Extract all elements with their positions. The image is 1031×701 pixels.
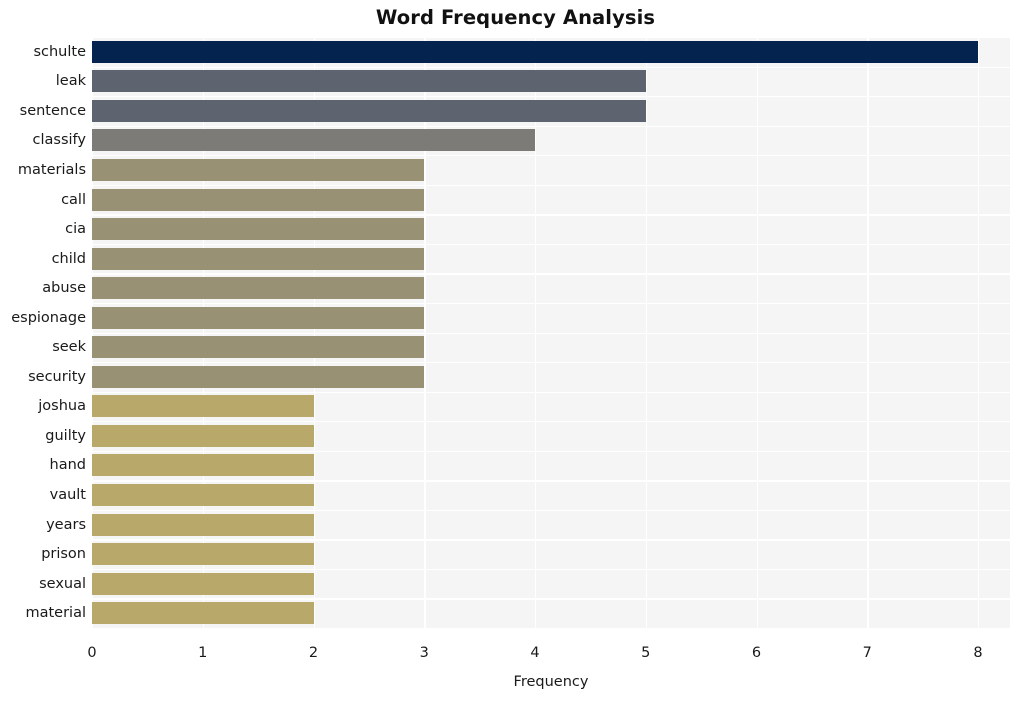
bar-abuse	[92, 277, 425, 300]
gridline-horizontal	[92, 628, 1010, 630]
bar-schulte	[92, 40, 978, 63]
y-tick-label-security: security	[28, 368, 86, 385]
gridline-horizontal	[92, 332, 1010, 334]
y-tick-label-classify: classify	[32, 132, 86, 149]
x-tick-label-2: 2	[308, 645, 319, 661]
y-tick-label-vault: vault	[49, 487, 86, 504]
x-axis-tick-labels: 0 1 2 3 4 5 6 7 8	[0, 645, 1031, 669]
y-tick-label-call: call	[61, 191, 86, 208]
y-tick-label-joshua: joshua	[38, 398, 86, 415]
bar-seek	[92, 336, 425, 359]
bar-cia	[92, 218, 425, 241]
chart-title: Word Frequency Analysis	[375, 6, 656, 29]
y-tick-label-years: years	[46, 516, 86, 533]
bar-call	[92, 188, 425, 211]
gridline-horizontal	[92, 509, 1010, 512]
y-tick-label-materials: materials	[17, 161, 86, 178]
bar-leak	[92, 70, 646, 93]
gridline-horizontal	[92, 214, 1010, 216]
word-frequency-chart: Word Frequency Analysis schulte leak sente…	[0, 0, 1031, 701]
bar-classify	[92, 129, 535, 152]
y-tick-label-schulte: schulte	[33, 43, 86, 60]
x-tick-label-0: 0	[87, 645, 97, 661]
x-tick-label-3: 3	[419, 645, 429, 661]
y-tick-label-prison: prison	[41, 546, 86, 563]
gridline-horizontal	[92, 302, 1010, 305]
y-tick-label-sexual: sexual	[39, 575, 86, 592]
bar-hand	[92, 454, 314, 477]
y-tick-label-guilty: guilty	[45, 427, 86, 444]
y-tick-label-sentence: sentence	[19, 102, 86, 119]
gridline-horizontal	[92, 66, 1010, 68]
x-tick-label-5: 5	[641, 645, 651, 661]
x-tick-label-7: 7	[862, 645, 872, 661]
gridline-horizontal	[92, 37, 1010, 39]
gridline-horizontal	[92, 184, 1010, 187]
plot-area	[92, 37, 1010, 630]
gridline-horizontal	[92, 243, 1010, 246]
bar-years	[92, 513, 314, 536]
gridline-horizontal	[92, 125, 1010, 127]
gridline-horizontal	[92, 421, 1010, 423]
gridline-horizontal	[92, 480, 1010, 482]
bar-vault	[92, 484, 314, 507]
x-tick-label-8: 8	[973, 645, 983, 661]
y-tick-label-seek: seek	[52, 339, 86, 356]
bar-materials	[92, 158, 425, 181]
x-axis-label: Frequency	[513, 674, 589, 690]
gridline-horizontal	[92, 391, 1010, 393]
gridline-horizontal	[92, 96, 1010, 98]
gridline-horizontal	[92, 155, 1010, 157]
y-tick-label-espionage: espionage	[11, 309, 86, 326]
bar-material	[92, 602, 314, 625]
gridline-horizontal	[92, 539, 1010, 541]
bar-prison	[92, 543, 314, 566]
y-tick-label-child: child	[51, 250, 86, 267]
bar-security	[92, 365, 425, 388]
bar-sexual	[92, 572, 314, 595]
bar-joshua	[92, 395, 314, 418]
gridline-horizontal	[92, 598, 1010, 600]
y-tick-label-cia: cia	[65, 221, 86, 238]
bar-guilty	[92, 424, 314, 447]
y-tick-label-hand: hand	[49, 457, 86, 474]
y-axis-tick-labels: schulte leak sentence classify materials call…	[0, 37, 86, 628]
y-tick-label-material: material	[25, 605, 86, 622]
x-tick-label-1: 1	[198, 645, 208, 661]
gridline-horizontal	[92, 273, 1010, 275]
y-tick-label-abuse: abuse	[42, 280, 86, 297]
y-tick-label-leak: leak	[55, 73, 86, 90]
gridline-horizontal	[92, 362, 1010, 364]
x-tick-label-4: 4	[530, 645, 540, 661]
gridline-horizontal	[92, 450, 1010, 452]
bar-espionage	[92, 306, 425, 329]
gridline-horizontal	[92, 568, 1010, 571]
bar-sentence	[92, 99, 646, 122]
bar-child	[92, 247, 425, 270]
x-tick-label-6: 6	[751, 645, 762, 661]
